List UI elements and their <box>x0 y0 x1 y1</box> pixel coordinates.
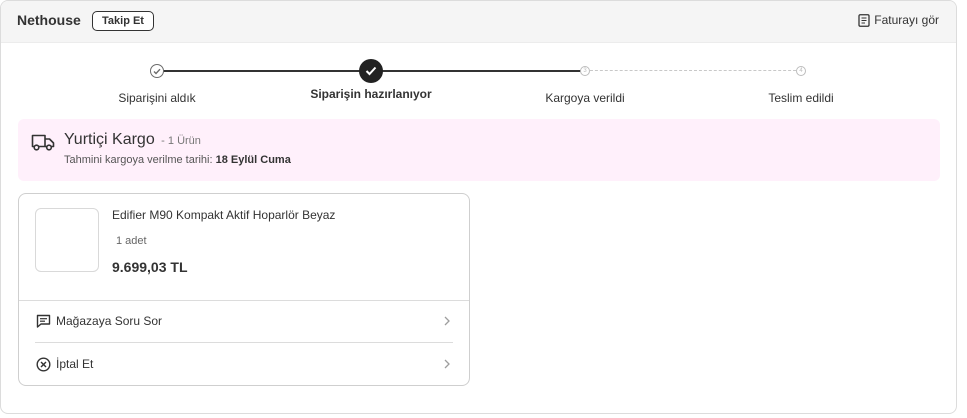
order-progress-stepper: 3 4 Siparişini aldık Siparişin hazırlanı… <box>1 55 956 111</box>
step-label-received: Siparişini aldık <box>118 91 196 105</box>
step-3-marker: 3 <box>580 66 590 76</box>
carrier-name: Yurtiçi Kargo - 1 Ürün <box>64 131 201 149</box>
ask-store-button[interactable]: Mağazaya Soru Sor <box>35 309 453 333</box>
follow-button[interactable]: Takip Et <box>92 11 154 31</box>
shipment-info: Yurtiçi Kargo - 1 Ürün Tahmini kargoya v… <box>18 119 940 181</box>
product-title[interactable]: Edifier M90 Kompakt Aktif Hoparlör Beyaz <box>112 208 335 222</box>
item-count: - 1 Ürün <box>161 135 201 147</box>
step-label-delivered: Teslim edildi <box>768 91 834 105</box>
view-invoice-link[interactable]: Faturayı gör <box>858 13 939 27</box>
truck-icon <box>31 132 55 157</box>
step-connector-current <box>371 70 585 72</box>
step-4-marker: 4 <box>796 66 806 76</box>
order-header: Nethouse Takip Et Faturayı gör <box>1 1 956 43</box>
estimate-label: Tahmini kargoya verilme tarihi: <box>64 154 213 166</box>
message-icon <box>35 313 51 329</box>
chevron-right-icon <box>441 315 453 327</box>
chevron-right-icon <box>441 358 453 370</box>
invoice-icon <box>858 13 870 27</box>
check-icon <box>150 64 164 78</box>
step-connector-pending <box>585 70 801 71</box>
invoice-label: Faturayı gör <box>874 13 939 27</box>
divider <box>35 342 453 343</box>
step-connector-done <box>157 70 371 72</box>
product-card: Edifier M90 Kompakt Aktif Hoparlör Beyaz… <box>18 193 470 386</box>
check-icon <box>359 59 383 83</box>
order-card: Nethouse Takip Et Faturayı gör 3 4 Sipar… <box>0 0 957 414</box>
cancel-order-button[interactable]: İptal Et <box>35 352 453 376</box>
ask-store-label: Mağazaya Soru Sor <box>56 314 163 328</box>
cancel-order-label: İptal Et <box>56 357 94 371</box>
estimated-ship-date: Tahmini kargoya verilme tarihi: 18 Eylül… <box>64 154 291 166</box>
step-label-preparing: Siparişin hazırlanıyor <box>310 87 432 101</box>
product-quantity: 1 adet <box>116 235 147 247</box>
store-name[interactable]: Nethouse <box>17 12 81 28</box>
product-price: 9.699,03 TL <box>112 259 188 275</box>
product-image[interactable] <box>35 208 99 272</box>
divider <box>19 300 469 301</box>
step-label-shipped: Kargoya verildi <box>545 91 625 105</box>
carrier-label: Yurtiçi Kargo <box>64 131 155 148</box>
estimate-date: 18 Eylül Cuma <box>215 154 291 166</box>
cancel-circle-icon <box>35 356 51 372</box>
